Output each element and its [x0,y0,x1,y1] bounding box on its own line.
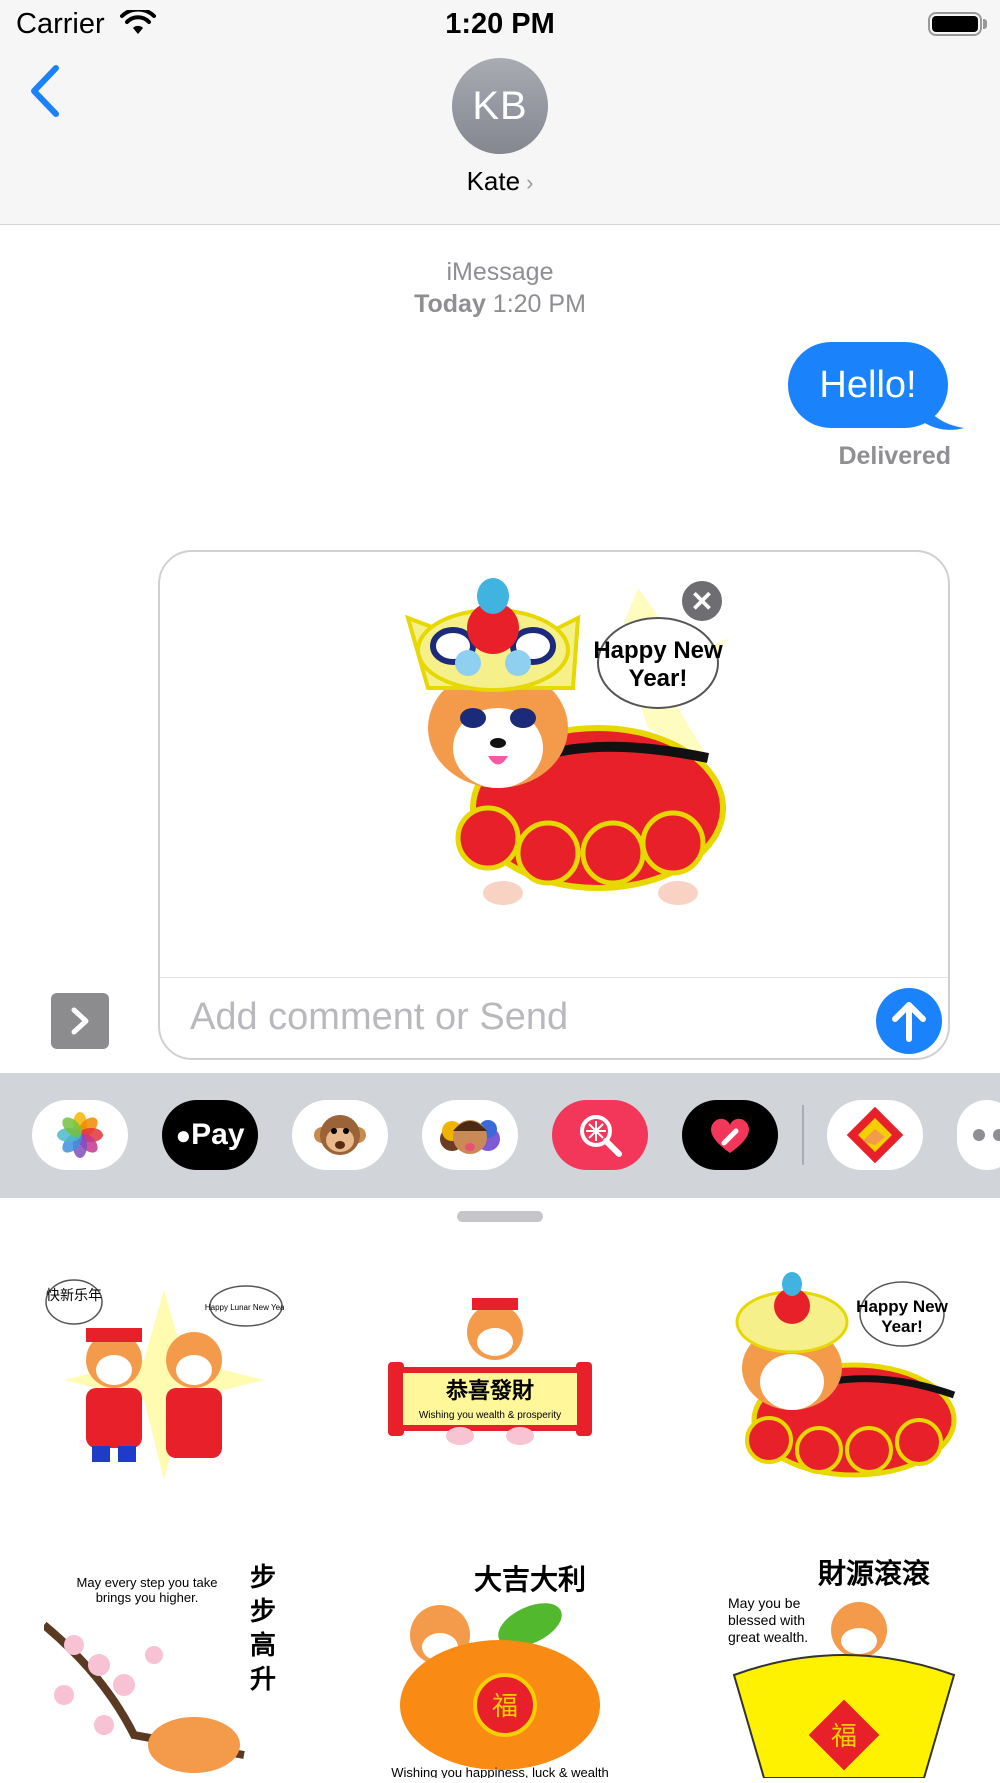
battery-tip [983,19,987,29]
app-photos[interactable] [32,1100,128,1170]
sticker-4-text-a: May every step you take brings you highe… [76,1575,218,1605]
sticker-2-text-a: 恭喜發財 [445,1378,534,1404]
sticker-da-ji-da-li[interactable]: 大吉大利 福 Wishing you happiness, luck & wea… [380,1555,620,1780]
apple-pay-icon: ●Pay [175,1118,244,1152]
lion-head-shape [404,578,581,692]
app-memoji[interactable] [422,1100,518,1170]
delivery-status: Delivered [838,442,951,470]
app-sticker-pack[interactable] [827,1100,923,1170]
sticker-lion-dance[interactable]: Happy New Year! [724,1270,964,1490]
timestamp: Today 1:20 PM [0,290,1000,319]
sticker-preview[interactable]: Happy New Year! [388,578,738,928]
close-icon: ✕ [690,585,714,617]
app-more[interactable] [957,1100,1000,1170]
compose-divider [160,977,948,978]
bubble-tail [920,396,966,437]
photos-icon [57,1112,103,1158]
sticker-5-text-b: Wishing you happiness, luck & wealth [391,1765,609,1778]
chevron-right-icon [71,1007,89,1035]
sticker-4-text-b: 步步高升 [250,1563,277,1695]
expand-apps-button[interactable] [51,993,109,1049]
sticker-2-text-b: Wishing you wealth & prosperity [419,1410,561,1421]
sticker-1-text-a: 快新乐年 [46,1288,102,1304]
message-input[interactable]: Add comment or Send [190,996,568,1039]
chevron-right-icon: › [526,170,534,195]
sticker-bu-bu-gao-sheng[interactable]: May every step you take brings you highe… [41,1555,284,1775]
preview-text-line1: Happy New [593,637,723,664]
image-search-icon [580,1115,622,1157]
arrow-up-icon [892,1002,926,1042]
app-image-search[interactable] [552,1100,648,1170]
corgi-sticker-app-icon [846,1107,904,1163]
more-icon [973,1129,1000,1141]
apple-pay-label: Pay [191,1118,245,1151]
sticker-5-text-a: 大吉大利 [474,1563,586,1596]
sticker-3-text-a: Happy New [856,1297,948,1316]
timestamp-time: 1:20 PM [492,290,586,318]
sticker-6-text-a: 財源滾滾 [818,1557,931,1590]
sticker-6-text-b: May you be blessed with great wealth. [728,1595,809,1645]
status-time: 1:20 PM [445,8,555,40]
sticker-5-text-c: 福 [492,1692,518,1722]
sticker-1-text-b: Happy Lunar New Year [205,1303,284,1312]
app-apple-pay[interactable]: ●Pay [162,1100,258,1170]
preview-text-line2: Year! [629,665,688,692]
app-strip-separator [802,1105,804,1165]
memoji-icon [440,1120,500,1154]
avatar[interactable]: KB [452,58,548,154]
service-label: iMessage [446,258,554,286]
timestamp-day: Today [414,290,486,318]
sticker-gong-xi-fa-cai[interactable]: 恭喜發財 Wishing you wealth & prosperity [380,1270,620,1490]
monkey-icon [314,1115,366,1155]
app-digital-touch[interactable] [682,1100,778,1170]
apple-logo: ● [175,1120,192,1150]
digital-touch-icon [711,1118,749,1153]
contact-name-label: Kate [466,166,521,196]
contact-name[interactable]: Kate › [0,166,1000,197]
back-chevron-icon[interactable] [26,62,66,125]
battery-icon [928,12,982,36]
sticker-3-text-b: Year! [881,1317,923,1336]
drawer-grabber[interactable] [457,1211,543,1222]
remove-attachment-button[interactable]: ✕ [679,578,725,624]
sticker-lunar-new-year-couple[interactable]: 快新乐年 Happy Lunar New Year [44,1270,287,1490]
sticker-6-text-c: 福 [831,1722,857,1752]
app-animoji[interactable] [292,1100,388,1170]
send-button[interactable] [876,988,942,1054]
sticker-cai-yuan-gun-gun[interactable]: 財源滾滾 May you be blessed with great wealt… [724,1555,964,1779]
